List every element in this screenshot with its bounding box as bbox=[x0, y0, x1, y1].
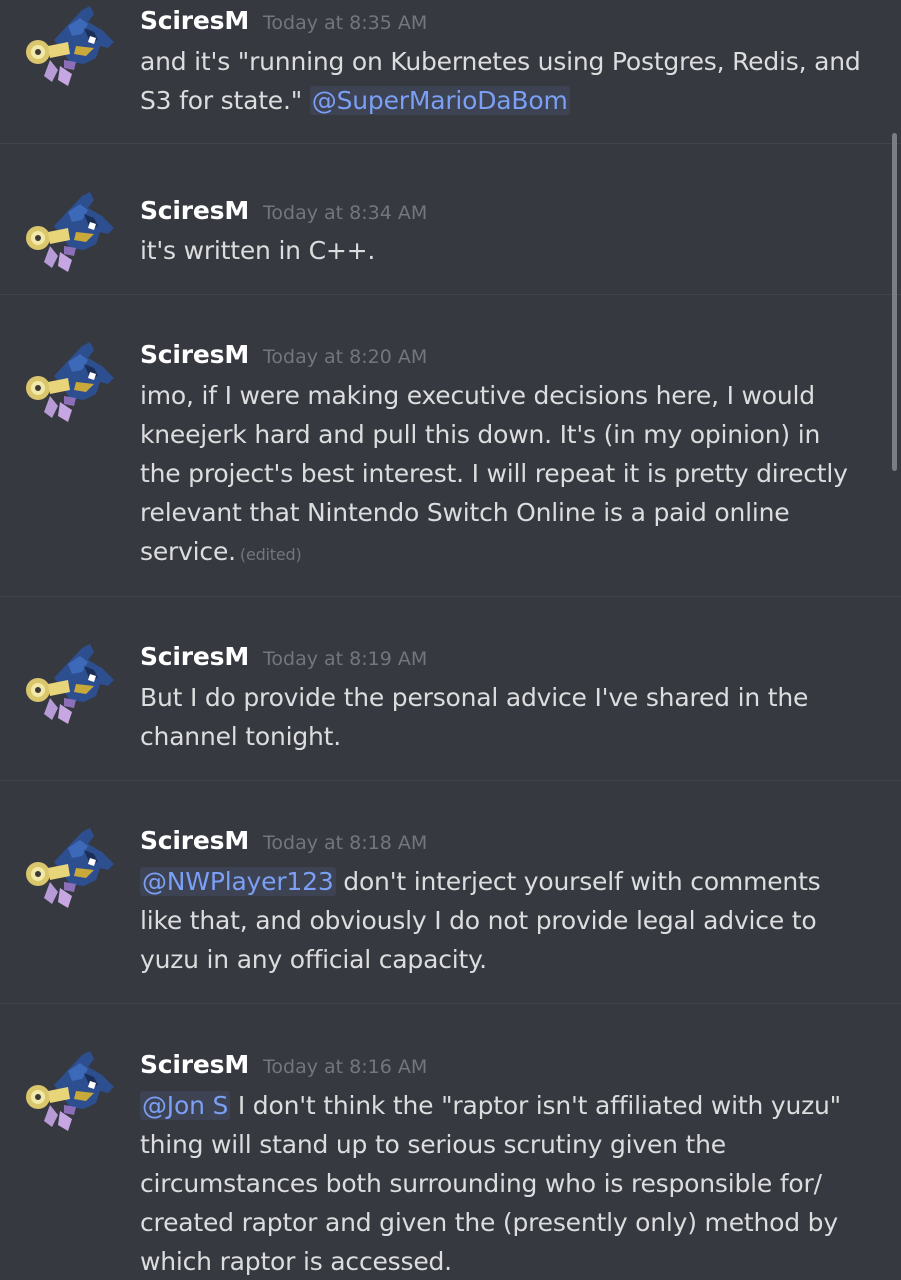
message-line: channel tonight. bbox=[140, 717, 880, 756]
author-name[interactable]: SciresM bbox=[140, 1050, 249, 1079]
message-content: imo, if I were making executive decision… bbox=[140, 376, 880, 574]
edited-label: (edited) bbox=[239, 545, 302, 564]
message-text: the project's best interest. I will repe… bbox=[140, 459, 848, 488]
message-text: kneejerk hard and pull this down. It's (… bbox=[140, 420, 821, 449]
message-line: yuzu in any official capacity. bbox=[140, 940, 880, 979]
message-line: S3 for state." @SuperMarioDaBom bbox=[140, 81, 880, 120]
message-divider bbox=[0, 596, 901, 597]
message-line: imo, if I were making executive decision… bbox=[140, 376, 880, 415]
message-line: which raptor is accessed. bbox=[140, 1242, 880, 1280]
message-header: SciresM Today at 8:20 AM bbox=[140, 340, 427, 369]
message-text: imo, if I were making executive decision… bbox=[140, 381, 815, 410]
message-line: it's written in C++. bbox=[140, 231, 880, 270]
message-content: @Jon S I don't think the "raptor isn't a… bbox=[140, 1086, 880, 1280]
message-text: created raptor and given the (presently … bbox=[140, 1208, 838, 1237]
author-name[interactable]: SciresM bbox=[140, 826, 249, 855]
user-mention[interactable]: @SuperMarioDaBom bbox=[309, 86, 570, 115]
message-divider bbox=[0, 1003, 901, 1004]
message-timestamp: Today at 8:16 AM bbox=[263, 1056, 428, 1078]
message-text: which raptor is accessed. bbox=[140, 1247, 452, 1276]
message-content: But I do provide the personal advice I'v… bbox=[140, 678, 880, 756]
user-mention[interactable]: @Jon S bbox=[140, 1091, 231, 1120]
message-divider bbox=[0, 143, 901, 144]
message-line: thing will stand up to serious scrutiny … bbox=[140, 1125, 880, 1164]
message-header: SciresM Today at 8:18 AM bbox=[140, 826, 427, 855]
user-avatar[interactable] bbox=[24, 822, 116, 914]
message-timestamp: Today at 8:19 AM bbox=[263, 648, 428, 670]
message-line: relevant that Nintendo Switch Online is … bbox=[140, 493, 880, 532]
message-line: service. (edited) bbox=[140, 532, 880, 574]
author-name[interactable]: SciresM bbox=[140, 340, 249, 369]
message-line: @Jon S I don't think the "raptor isn't a… bbox=[140, 1086, 880, 1125]
message-line: like that, and obviously I do not provid… bbox=[140, 901, 880, 940]
message-list[interactable]: SciresM Today at 8:35 AM and it's "running… bbox=[0, 0, 901, 1280]
message-text: I don't think the "raptor isn't affiliat… bbox=[230, 1091, 841, 1120]
message-header: SciresM Today at 8:34 AM bbox=[140, 196, 427, 225]
message-text: like that, and obviously I do not provid… bbox=[140, 906, 817, 935]
user-mention[interactable]: @NWPlayer123 bbox=[140, 867, 336, 896]
message-text: and it's "running on Kubernetes using Po… bbox=[140, 47, 861, 76]
message-line: created raptor and given the (presently … bbox=[140, 1203, 880, 1242]
author-name[interactable]: SciresM bbox=[140, 642, 249, 671]
message-header: SciresM Today at 8:19 AM bbox=[140, 642, 427, 671]
message-header: SciresM Today at 8:35 AM bbox=[140, 6, 427, 35]
message-divider bbox=[0, 780, 901, 781]
message-text: relevant that Nintendo Switch Online is … bbox=[140, 498, 790, 527]
message-line: @NWPlayer123 don't interject yourself wi… bbox=[140, 862, 880, 901]
message-text: channel tonight. bbox=[140, 722, 342, 751]
message-content: it's written in C++. bbox=[140, 231, 880, 270]
user-avatar[interactable] bbox=[24, 0, 116, 92]
message-timestamp: Today at 8:35 AM bbox=[263, 12, 428, 34]
user-avatar[interactable] bbox=[24, 1045, 116, 1137]
message-timestamp: Today at 8:34 AM bbox=[263, 202, 428, 224]
author-name[interactable]: SciresM bbox=[140, 6, 249, 35]
user-avatar[interactable] bbox=[24, 336, 116, 428]
message-line: the project's best interest. I will repe… bbox=[140, 454, 880, 493]
message-header: SciresM Today at 8:16 AM bbox=[140, 1050, 427, 1079]
message-text: But I do provide the personal advice I'v… bbox=[140, 683, 809, 712]
message-divider bbox=[0, 294, 901, 295]
scrollbar-thumb[interactable] bbox=[892, 133, 897, 471]
message-line: kneejerk hard and pull this down. It's (… bbox=[140, 415, 880, 454]
message-line: But I do provide the personal advice I'v… bbox=[140, 678, 880, 717]
message-text: don't interject yourself with comments bbox=[335, 867, 821, 896]
message-timestamp: Today at 8:20 AM bbox=[263, 346, 428, 368]
message-text: it's written in C++. bbox=[140, 236, 376, 265]
message-text: S3 for state." bbox=[140, 86, 310, 115]
message-line: and it's "running on Kubernetes using Po… bbox=[140, 42, 880, 81]
message-content: @NWPlayer123 don't interject yourself wi… bbox=[140, 862, 880, 979]
user-avatar[interactable] bbox=[24, 186, 116, 278]
message-content: and it's "running on Kubernetes using Po… bbox=[140, 42, 880, 120]
message-line: circumstances both surrounding who is re… bbox=[140, 1164, 880, 1203]
user-avatar[interactable] bbox=[24, 638, 116, 730]
message-text: circumstances both surrounding who is re… bbox=[140, 1169, 822, 1198]
message-text: service. bbox=[140, 537, 236, 566]
message-text: yuzu in any official capacity. bbox=[140, 945, 487, 974]
message-text: thing will stand up to serious scrutiny … bbox=[140, 1130, 726, 1159]
message-timestamp: Today at 8:18 AM bbox=[263, 832, 428, 854]
author-name[interactable]: SciresM bbox=[140, 196, 249, 225]
